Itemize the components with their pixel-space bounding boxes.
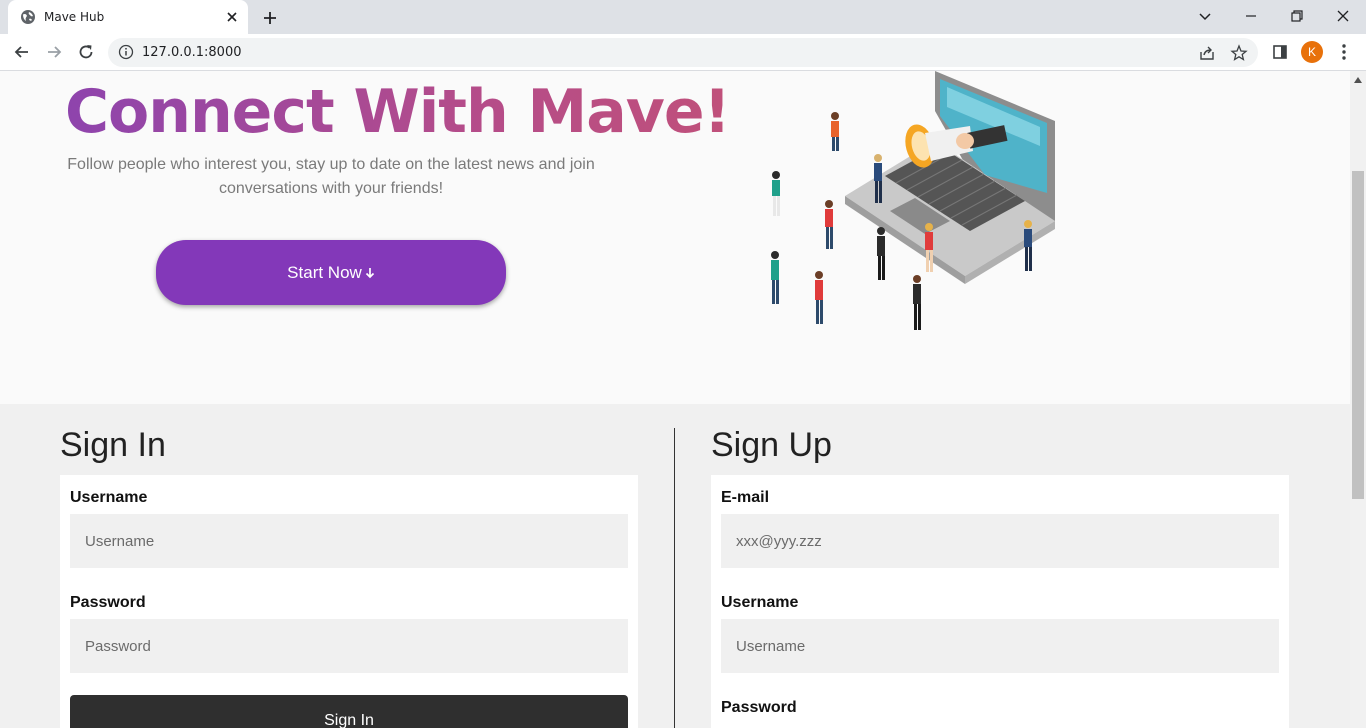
forward-icon[interactable] [44,42,64,62]
kebab-menu-icon[interactable] [1336,42,1352,62]
start-now-label: Start Now [287,263,362,282]
sign-in-password-input[interactable] [70,619,628,673]
chevron-down-icon[interactable] [1195,6,1215,26]
back-icon[interactable] [12,42,32,62]
scroll-up-arrow-icon[interactable] [1354,77,1362,83]
browser-tab-strip: Mave Hub [0,0,1366,34]
auth-section: Sign In Username Password Sign In Sign U… [0,404,1350,728]
sign-up-form: E-mail Username Password [711,475,1289,728]
sign-up-username-input[interactable] [721,619,1279,673]
sign-up-password-label: Password [721,699,797,716]
sign-up-title: Sign Up [711,426,832,464]
sign-in-username-input[interactable] [70,514,628,568]
sign-up-email-label: E-mail [721,489,770,506]
browser-tab[interactable]: Mave Hub [8,0,248,34]
page-scrollbar[interactable] [1350,71,1366,728]
globe-icon [21,10,35,24]
share-icon[interactable] [1198,44,1216,62]
vertical-divider [674,428,675,728]
restore-icon[interactable] [1287,6,1307,26]
sign-in-button[interactable]: Sign In [70,695,628,728]
sign-up-email-input[interactable] [721,514,1279,568]
profile-avatar[interactable]: K [1301,41,1323,63]
close-icon[interactable] [224,9,240,25]
plus-icon[interactable] [260,8,280,28]
info-icon[interactable] [118,44,134,60]
close-icon[interactable] [1333,6,1353,26]
sign-in-password-label: Password [70,594,146,611]
start-now-button[interactable]: Start Now [156,240,506,305]
sign-in-title: Sign In [60,426,166,464]
hero-subtitle: Follow people who interest you, stay up … [67,156,595,197]
address-bar[interactable]: 127.0.0.1:8000 [108,38,1258,67]
sign-up-username-label: Username [721,594,799,611]
scrollbar-thumb[interactable] [1352,171,1364,499]
hero-illustration [771,71,1055,330]
url-text[interactable]: 127.0.0.1:8000 [142,45,242,60]
minimize-icon[interactable] [1241,6,1261,26]
star-icon[interactable] [1230,44,1248,62]
browser-toolbar: 127.0.0.1:8000 K [0,34,1366,71]
page-viewport: Connect With Mave! Follow people who int… [0,71,1350,728]
arrow-down-icon [365,268,374,279]
hero-title: Connect With Mave! [65,77,731,147]
reload-icon[interactable] [76,42,96,62]
sign-in-form: Username Password Sign In [60,475,638,728]
sign-in-username-label: Username [70,489,148,506]
hero-section: Connect With Mave! Follow people who int… [0,71,1350,404]
tab-title: Mave Hub [44,10,105,24]
sidepanel-icon[interactable] [1270,42,1290,62]
